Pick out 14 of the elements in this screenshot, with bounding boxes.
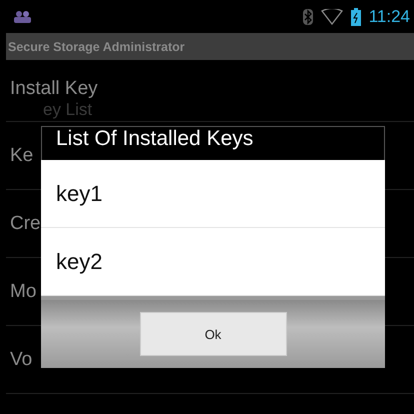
menu-item[interactable]: Ke — [10, 144, 34, 166]
menu-item[interactable]: Install Key — [10, 78, 98, 100]
wifi-icon — [320, 8, 343, 24]
key-list-item[interactable]: key1 — [41, 160, 385, 228]
battery-icon — [350, 8, 361, 26]
people-icon — [14, 10, 32, 22]
app-title: Secure Storage Administrator — [8, 40, 185, 54]
dialog-title: List Of Installed Keys — [41, 126, 385, 160]
ok-button[interactable]: Ok — [140, 312, 286, 356]
menu-item[interactable]: Cre — [10, 212, 41, 234]
menu-item[interactable]: Vo — [10, 348, 32, 370]
menu-item[interactable]: Mo — [10, 280, 36, 302]
clock-time: 11:24 — [368, 6, 410, 26]
bluetooth-icon — [302, 8, 313, 24]
